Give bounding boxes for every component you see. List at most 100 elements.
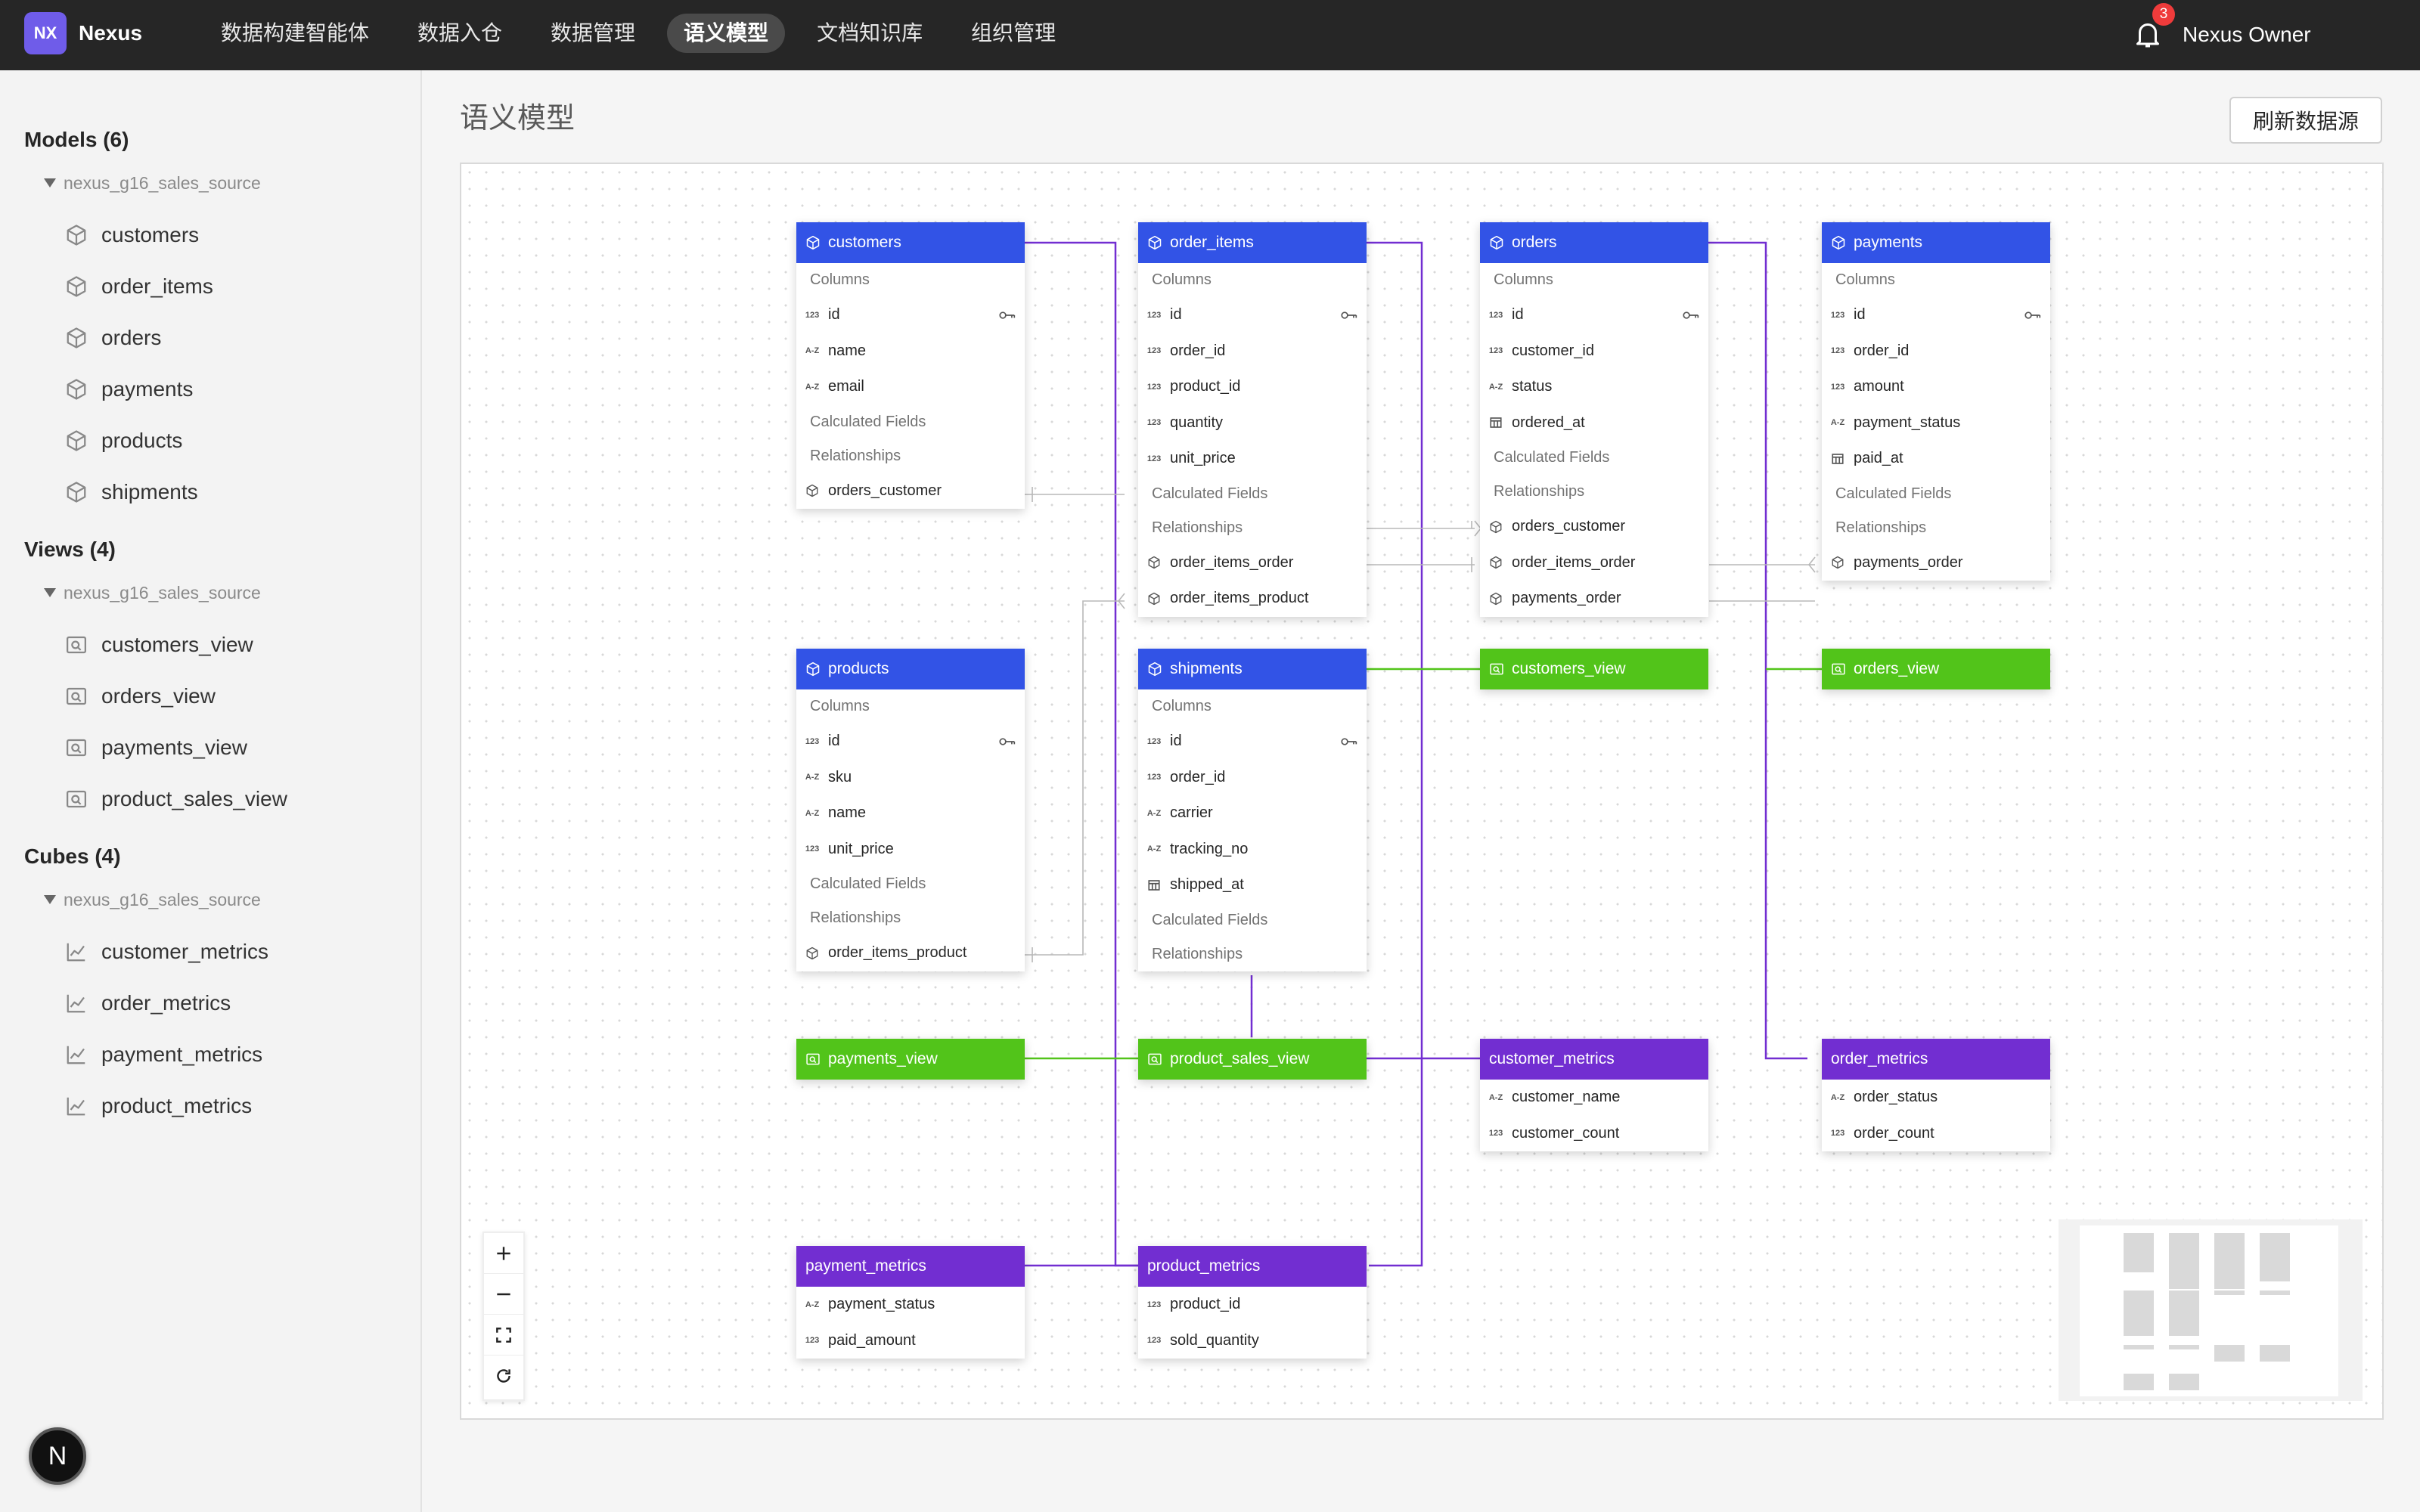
field-row[interactable]: 123 paid_amount [796,1323,1025,1359]
field-row[interactable]: 123 unit_price [796,832,1025,868]
field-row[interactable]: 123 product_id [1138,369,1367,405]
field-row[interactable]: ordered_at [1480,405,1708,442]
field-row[interactable]: A-Z carrier [1138,795,1367,832]
relationship-row[interactable]: order_items_product [796,935,1025,971]
relationship-row[interactable]: orders_customer [1480,509,1708,545]
sidebar-item-orders-view[interactable]: orders_view [65,681,216,711]
nav-item-ingest[interactable]: 数据入仓 [401,14,519,53]
relationship-row[interactable]: payments_order [1822,545,2050,581]
nav-item-organization[interactable]: 组织管理 [954,14,1072,53]
node-header[interactable]: order_metrics [1822,1039,2050,1080]
sidebar-item-shipments[interactable]: shipments [65,477,198,507]
field-row[interactable]: 123 id [796,297,1025,333]
field-row[interactable]: A-Z order_status [1822,1080,2050,1116]
refresh-datasource-button[interactable]: 刷新数据源 [2229,97,2382,144]
views-section-title[interactable]: Views (4) [24,538,116,562]
app-brand[interactable]: Nexus [79,18,142,48]
field-row[interactable]: shipped_at [1138,867,1367,903]
sidebar-item-order-metrics[interactable]: order_metrics [65,988,231,1018]
node-payments[interactable]: payments Columns 123 id 123 order_id 123 am… [1822,222,2050,581]
reset-view-button[interactable] [484,1356,523,1396]
views-source[interactable]: nexus_g16_sales_source [44,583,261,603]
field-row[interactable]: 123 id [1138,297,1367,333]
sidebar-item-payment-metrics[interactable]: payment_metrics [65,1040,262,1070]
minimap[interactable] [2059,1219,2363,1401]
field-row[interactable]: 123 id [1138,723,1367,760]
field-row[interactable]: A-Z email [796,369,1025,405]
cubes-source[interactable]: nexus_g16_sales_source [44,890,261,910]
node-header[interactable]: shipments [1138,649,1367,689]
fit-view-button[interactable] [484,1315,523,1356]
node-orders[interactable]: orders Columns 123 id 123 customer_id A-Z s… [1480,222,1708,617]
diagram-canvas[interactable]: customers Columns 123 id A-Z name A-Z email… [460,163,2384,1420]
field-row[interactable]: 123 unit_price [1138,441,1367,477]
sidebar-item-customer-metrics[interactable]: customer_metrics [65,937,268,967]
zoom-in-button[interactable] [484,1233,523,1274]
field-row[interactable]: A-Z payment_status [1822,405,2050,442]
models-source[interactable]: nexus_g16_sales_source [44,173,261,194]
assistant-avatar[interactable]: N [29,1427,86,1485]
nav-item-knowledge-base[interactable]: 文档知识库 [800,14,939,53]
relationship-row[interactable]: order_items_order [1480,545,1708,581]
user-name[interactable]: Nexus Owner [2183,20,2311,50]
sidebar-item-order-items[interactable]: order_items [65,271,213,302]
node-header[interactable]: orders_view [1822,649,2050,689]
sidebar-item-products[interactable]: products [65,426,182,456]
sidebar-item-payments-view[interactable]: payments_view [65,733,247,763]
node-customer-metrics[interactable]: customer_metrics A-Z customer_name 123 cus… [1480,1039,1708,1151]
node-shipments[interactable]: shipments Columns 123 id 123 order_id A-Z c… [1138,649,1367,971]
relationship-row[interactable]: order_items_order [1138,545,1367,581]
node-header[interactable]: customer_metrics [1480,1039,1708,1080]
relationship-row[interactable]: order_items_product [1138,581,1367,617]
field-row[interactable]: A-Z name [796,795,1025,832]
cubes-section-title[interactable]: Cubes (4) [24,844,121,869]
node-header[interactable]: payments [1822,222,2050,263]
node-header[interactable]: customers [796,222,1025,263]
relationship-row[interactable]: payments_order [1480,581,1708,617]
nav-item-data-management[interactable]: 数据管理 [534,14,652,53]
node-products[interactable]: products Columns 123 id A-Z sku A-Z name 12… [796,649,1025,971]
sidebar-item-customers-view[interactable]: customers_view [65,630,253,660]
node-customers-view[interactable]: customers_view [1480,649,1708,689]
field-row[interactable]: 123 order_id [1138,760,1367,796]
field-row[interactable]: 123 quantity [1138,405,1367,442]
zoom-out-button[interactable] [484,1274,523,1315]
node-order-metrics[interactable]: order_metrics A-Z order_status 123 order_c… [1822,1039,2050,1151]
field-row[interactable]: 123 order_count [1822,1116,2050,1152]
node-payment-metrics[interactable]: payment_metrics A-Z payment_status 123 pai… [796,1246,1025,1359]
field-row[interactable]: A-Z customer_name [1480,1080,1708,1116]
node-header[interactable]: payments_view [796,1039,1025,1080]
node-header[interactable]: customers_view [1480,649,1708,689]
field-row[interactable]: A-Z status [1480,369,1708,405]
field-row[interactable]: 123 customer_count [1480,1116,1708,1152]
field-row[interactable]: 123 id [1822,297,2050,333]
sidebar-item-customers[interactable]: customers [65,220,199,250]
node-customers[interactable]: customers Columns 123 id A-Z name A-Z email… [796,222,1025,509]
field-row[interactable]: 123 customer_id [1480,333,1708,370]
field-row[interactable]: A-Z tracking_no [1138,832,1367,868]
node-header[interactable]: payment_metrics [796,1246,1025,1287]
node-product-sales-view[interactable]: product_sales_view [1138,1039,1367,1080]
field-row[interactable]: 123 order_id [1822,333,2050,370]
field-row[interactable]: 123 product_id [1138,1287,1367,1323]
node-product-metrics[interactable]: product_metrics 123 product_id 123 sold_qu… [1138,1246,1367,1359]
field-row[interactable]: 123 amount [1822,369,2050,405]
node-payments-view[interactable]: payments_view [796,1039,1025,1080]
node-header[interactable]: order_items [1138,222,1367,263]
field-row[interactable]: A-Z name [796,333,1025,370]
nav-item-semantic-model[interactable]: 语义模型 [667,14,786,53]
field-row[interactable]: A-Z sku [796,760,1025,796]
sidebar-item-orders[interactable]: orders [65,323,161,353]
node-header[interactable]: product_metrics [1138,1246,1367,1287]
sidebar-item-product-metrics[interactable]: product_metrics [65,1091,252,1121]
relationship-row[interactable]: orders_customer [796,473,1025,510]
node-header[interactable]: products [796,649,1025,689]
field-row[interactable]: 123 sold_quantity [1138,1323,1367,1359]
sidebar-item-payments[interactable]: payments [65,374,193,404]
node-header[interactable]: product_sales_view [1138,1039,1367,1080]
node-orders-view[interactable]: orders_view [1822,649,2050,689]
field-row[interactable]: paid_at [1822,441,2050,477]
app-logo[interactable]: NX [24,12,67,54]
field-row[interactable]: 123 order_id [1138,333,1367,370]
field-row[interactable]: 123 id [796,723,1025,760]
